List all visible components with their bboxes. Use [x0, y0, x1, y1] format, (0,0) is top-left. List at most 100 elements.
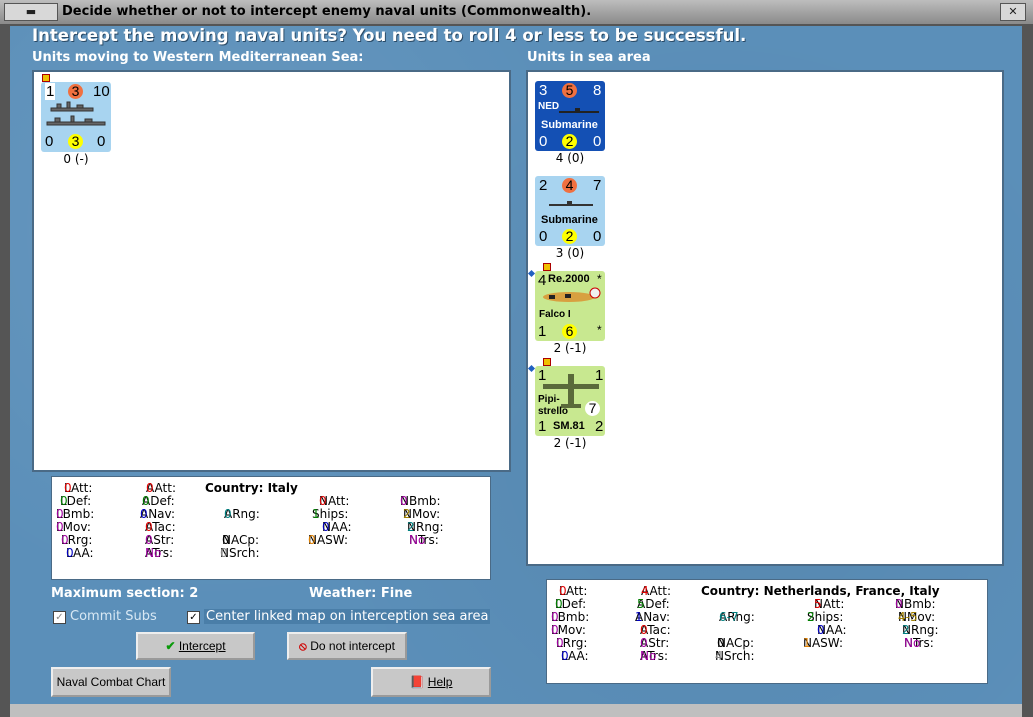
counter-top-left: 2	[539, 177, 548, 194]
counter-bottom-left: 0	[539, 133, 548, 150]
fleet-ships-icon	[46, 101, 106, 126]
counter-bottom-right: 2	[595, 418, 604, 435]
counter-top-center: 3	[68, 84, 83, 99]
counter-top-left: 1	[45, 83, 56, 100]
instruction-heading: Intercept the moving naval units? You ne…	[32, 26, 747, 45]
moving-units-stats: LAtt: 0 LDef: 0 LBmb: 0 LMov: 0 LRrg: 0 …	[51, 476, 491, 580]
counter-name: Submarine	[541, 119, 598, 131]
window-title: Decide whether or not to intercept enemy…	[62, 4, 592, 19]
counter-bottom-left: 0	[539, 228, 548, 245]
country-label: Country: Italy	[205, 481, 298, 495]
counter-top-left: 3	[539, 82, 548, 99]
stat-adef: 5	[637, 597, 645, 611]
stat-nacp: 0	[717, 636, 725, 650]
counter-top-right: *	[597, 272, 602, 286]
unit-caption: 0 (-)	[63, 152, 89, 166]
stat-ships: 2	[807, 610, 815, 624]
stat-atrs: No	[145, 546, 162, 560]
unit-caption: 2 (-1)	[553, 341, 587, 355]
stat-naa: 0	[817, 623, 825, 637]
stat-nmov: 2	[403, 507, 411, 521]
intercept-label: Intercept	[178, 639, 226, 653]
sea-unit-counter[interactable]: 3 5 8 NED Submarine 0 2 0	[535, 81, 605, 151]
stat-aatt: 4	[641, 584, 649, 598]
sea-unit-counter[interactable]: 4 Re.2000 * Falco I 1 6 *	[535, 271, 605, 341]
counter-bottom-center: 2	[562, 134, 577, 149]
no-entry-icon: ⦸	[299, 639, 311, 653]
stat-ntrs: No	[904, 636, 921, 650]
stat-atac: 0	[640, 623, 648, 637]
unit-flag-icon	[543, 263, 551, 271]
counter-bottom-center: 3	[68, 134, 83, 149]
do-not-intercept-label: Do not intercept	[310, 639, 395, 653]
submarine-icon	[559, 108, 599, 113]
stat-lmov: 0	[56, 520, 64, 534]
unit-flag-icon	[543, 358, 551, 366]
selection-diamond-icon	[527, 364, 536, 373]
counter-name: Falco I	[539, 309, 571, 320]
stat-lmov: 0	[551, 623, 559, 637]
stat-anav: 0	[140, 507, 148, 521]
counter-bottom-left: 1	[538, 418, 547, 435]
unit-flag-icon	[42, 74, 50, 82]
title-bar: ▬ Decide whether or not to intercept ene…	[0, 0, 1033, 25]
stat-ships: 1	[312, 507, 320, 521]
stat-adef: 0	[142, 494, 150, 508]
stat-nasw: 1	[803, 636, 811, 650]
submarine-icon	[549, 201, 593, 206]
counter-top-right: 8	[593, 82, 602, 99]
unit-caption: 2 (-1)	[553, 436, 587, 450]
system-menu-icon[interactable]: ▬	[4, 3, 58, 21]
sea-units-list[interactable]: 3 5 8 NED Submarine 0 2 0 4 (0) 2 4 7 Su…	[526, 70, 1004, 566]
counter-bottom-right: *	[597, 323, 602, 337]
counter-name: Submarine	[541, 214, 598, 226]
moving-units-list[interactable]: 1 3 10 0 3 0 0 (-)	[32, 70, 511, 472]
intercept-button[interactable]: ✔ Intercept	[136, 632, 255, 660]
stat-ntrs: No	[409, 533, 426, 547]
stat-laa: 0	[66, 546, 74, 560]
stat-nasw: 0	[308, 533, 316, 547]
stat-lrrg: 0	[61, 533, 69, 547]
commit-subs-label: Commit Subs	[70, 609, 157, 624]
stat-natt: 5	[814, 597, 822, 611]
checkmark-icon: ✔	[165, 639, 179, 653]
stat-astr: 0	[640, 636, 648, 650]
help-button[interactable]: 📕 Help	[371, 667, 491, 697]
counter-middle-value: 7	[585, 401, 600, 416]
moving-unit-counter[interactable]: 1 3 10 0 3 0	[41, 82, 111, 152]
stat-atrs: No	[640, 649, 657, 663]
book-icon: 📕	[409, 675, 428, 689]
stat-ldef: 0	[60, 494, 68, 508]
counter-top-name: Re.2000	[548, 273, 590, 285]
stat-nacp: 0	[222, 533, 230, 547]
country-label: Country: Netherlands, France, Italy	[701, 584, 940, 598]
stat-nbmb: 0	[400, 494, 408, 508]
fighter-plane-icon	[543, 287, 601, 302]
sea-unit-counter[interactable]: 2 4 7 Submarine 0 2 0	[535, 176, 605, 246]
stat-naa: 0	[322, 520, 330, 534]
stat-lbmb: 0	[56, 507, 64, 521]
commit-subs-checkbox[interactable]: ✓	[53, 611, 66, 624]
stat-arng: 6-7	[719, 610, 739, 624]
stat-ldef: 0	[555, 597, 563, 611]
unit-caption: 4 (0)	[555, 151, 585, 165]
stat-latt: 0	[64, 481, 72, 495]
stat-arng: 0	[224, 507, 232, 521]
stat-laa: 0	[561, 649, 569, 663]
stat-atac: 0	[145, 520, 153, 534]
center-map-checkbox[interactable]: ✓	[187, 611, 200, 624]
stat-nmov: 4-5	[898, 610, 918, 624]
counter-top-center: 4	[562, 178, 577, 193]
counter-top-right: 10	[93, 83, 110, 100]
sea-unit-counter[interactable]: 1 1 Pipi-strello 7 1 SM.81 2	[535, 366, 605, 436]
close-icon[interactable]: ✕	[1000, 3, 1026, 21]
stat-nbmb: 0	[895, 597, 903, 611]
counter-bottom-left: 1	[538, 323, 547, 340]
sea-units-label: Units in sea area	[527, 50, 651, 65]
counter-bottom-right: 0	[97, 133, 106, 150]
dialog-panel: Intercept the moving naval units? You ne…	[10, 26, 1022, 706]
sea-units-stats: LAtt: 0 LDef: 0 LBmb: 0 LMov: 0 LRrg: 0 …	[546, 579, 988, 684]
naval-combat-chart-button[interactable]: Naval Combat Chart	[51, 667, 171, 697]
stat-nsrch: 4	[715, 649, 723, 663]
do-not-intercept-button[interactable]: ⦸ Do not intercept	[287, 632, 407, 660]
